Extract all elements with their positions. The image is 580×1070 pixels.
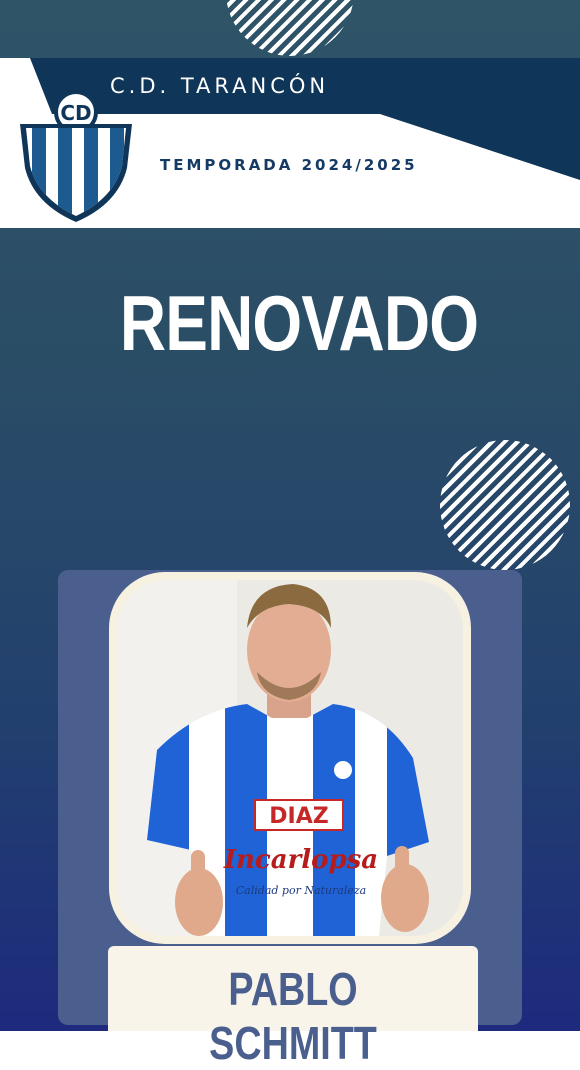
sponsor-tagline-text: Calidad por Naturaleza [236, 884, 366, 897]
sponsor-diaz-text: DIAZ [269, 804, 328, 829]
player-photo: DIAZ Incarlopsa Calidad por Naturaleza [117, 580, 463, 936]
sponsor-incarlopsa-text: Incarlopsa [223, 845, 378, 875]
headline-renovado: RENOVADO [119, 279, 479, 367]
season-label: TEMPORADA 2024/2025 [160, 156, 418, 174]
club-crest-logo: CD [18, 90, 134, 222]
club-name: C.D. TARANCÓN [110, 74, 330, 98]
striped-circle-decoration [440, 440, 570, 570]
svg-text:CD: CD [60, 101, 91, 125]
player-name: PABLO SCHMITT [209, 963, 377, 1069]
